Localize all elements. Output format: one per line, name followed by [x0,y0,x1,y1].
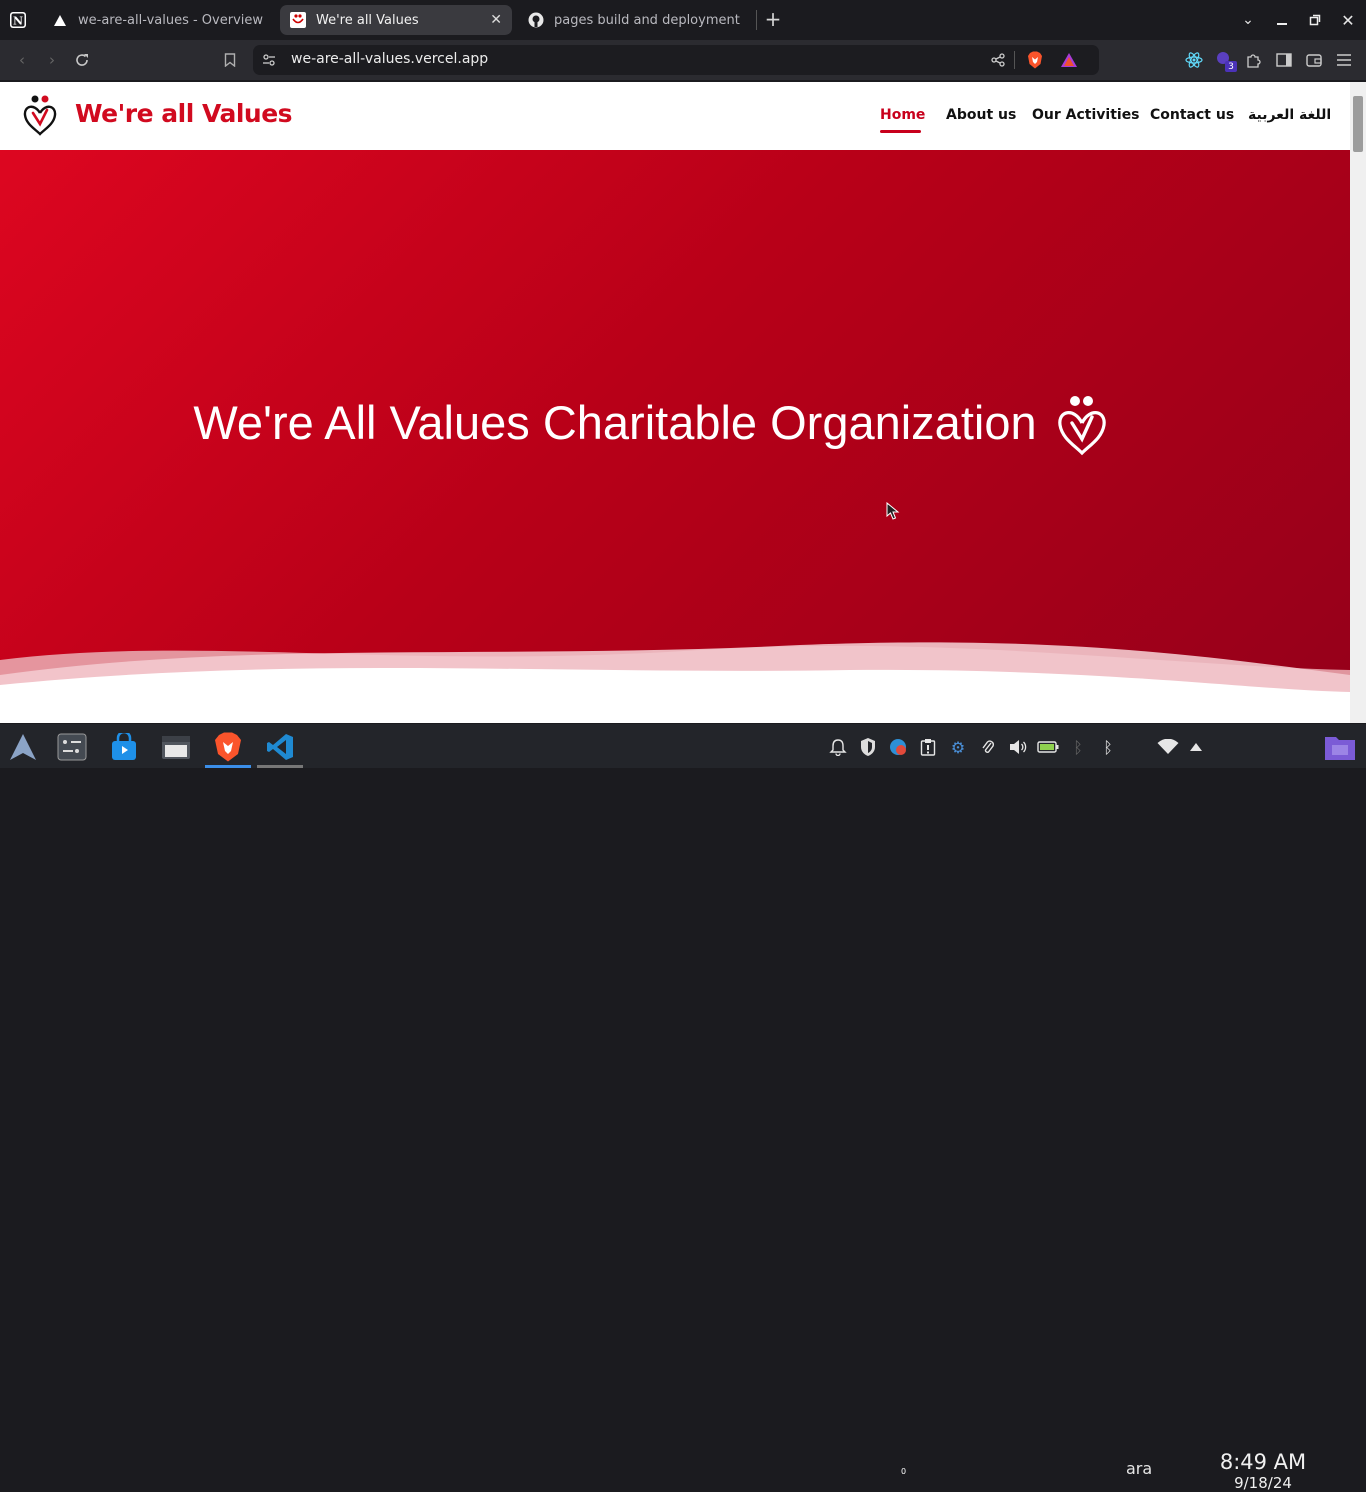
taskbar: 0 ⚙ ᛒ ᛒ ara 8:49 AM 9/18/24 [0,724,1366,1492]
tab-bar: N we-are-all-values - Overview – V We're… [0,0,1366,40]
battery-charging-icon[interactable] [1037,736,1059,758]
wifi-icon[interactable] [1157,736,1179,758]
hero-title-text: We're All Values Charitable Organization [193,396,1037,449]
new-tab-button[interactable]: + [762,8,784,30]
tray-expand-arrow-icon[interactable] [1185,736,1207,758]
nav-active-underline [880,130,921,133]
close-window-icon[interactable]: ✕ [1336,8,1360,32]
reload-icon[interactable] [70,48,94,72]
vercel-triangle-icon [52,12,68,28]
nav-our-activities[interactable]: Our Activities [1032,107,1140,123]
show-desktop-folder-icon[interactable] [1323,732,1357,762]
tab-title: we-are-all-values - Overview – V [78,12,266,28]
tab-title: We're all Values [316,12,419,28]
brand-name[interactable]: We're all Values [75,99,293,128]
hero-waves-decoration [0,642,1350,723]
hero-title: We're All Values Charitable Organization [0,395,1350,450]
nav-home[interactable]: Home [880,107,925,123]
minimize-window-icon[interactable] [1270,8,1294,32]
tab-vercel[interactable]: we-are-all-values - Overview – V [42,5,276,35]
site-info-icon[interactable] [257,48,281,72]
logo-heart-icon[interactable] [22,94,58,136]
brave-shields-icon[interactable] [1023,48,1047,72]
volume-icon[interactable] [1007,736,1029,758]
tab-github[interactable]: pages build and deployment · N [518,5,750,35]
notification-bell-icon[interactable] [827,736,849,758]
attachment-paperclip-icon[interactable] [977,736,999,758]
mouse-cursor-icon [886,502,900,520]
tab-separator [756,10,757,30]
share-icon[interactable] [986,48,1010,72]
hero-heart-icon [1058,396,1106,456]
terminal-icon[interactable] [55,730,89,764]
tab-search-chevron-icon[interactable]: ⌄ [1236,8,1260,32]
notion-pinned-tab[interactable]: N [0,0,36,40]
react-devtools-icon[interactable] [1182,48,1206,72]
vscode-icon[interactable] [257,730,303,768]
sidebar-toggle-icon[interactable] [1272,48,1296,72]
nav-arabic-language[interactable]: اللغة العربية [1248,107,1331,123]
scrollbar-thumb[interactable] [1353,96,1363,152]
nav-contact-us[interactable]: Contact us [1150,107,1234,123]
clock-date[interactable]: 9/18/24 [1216,1474,1310,1492]
bookmark-icon[interactable] [218,48,242,72]
page-scrollbar[interactable] [1350,82,1366,723]
keyboard-layout-indicator[interactable]: ara [1126,1459,1152,1478]
brave-rewards-icon[interactable] [1057,48,1081,72]
tab-title: pages build and deployment · N [554,12,740,28]
brave-browser-icon[interactable] [205,730,251,768]
file-manager-icon[interactable] [159,730,193,764]
notification-badge-count: 0 [901,1467,907,1476]
site-logo-icon [290,12,306,28]
tab-active-site[interactable]: We're all Values ✕ [280,5,512,35]
update-notifier-icon[interactable] [887,736,909,758]
svg-text:N: N [13,15,23,28]
address-bar-separator [1014,51,1015,69]
menu-hamburger-icon[interactable] [1332,48,1356,72]
arch-linux-icon[interactable] [6,730,40,764]
wallet-icon[interactable] [1302,48,1326,72]
extensions-puzzle-icon[interactable] [1242,48,1266,72]
bluetooth-disabled-icon[interactable]: ᛒ [1067,736,1089,758]
url-text[interactable]: we-are-all-values.vercel.app [291,51,488,67]
close-tab-icon[interactable]: ✕ [490,12,502,28]
forward-icon[interactable]: › [40,48,64,72]
extension-badge-count: 3 [1228,62,1234,72]
settings-gear-icon[interactable]: ⚙ [947,736,969,758]
security-shield-icon[interactable] [857,736,879,758]
store-icon[interactable] [107,730,141,764]
clock-time[interactable]: 8:49 AM [1216,1450,1310,1474]
web-page: We're all Values Home About us Our Activ… [0,82,1350,723]
hero-section: We're All Values Charitable Organization [0,150,1350,723]
back-icon[interactable]: ‹ [10,48,34,72]
clipboard-icon[interactable] [917,736,939,758]
nav-about-us[interactable]: About us [946,107,1016,123]
maximize-window-icon[interactable] [1303,8,1327,32]
bluetooth-icon[interactable]: ᛒ [1097,736,1119,758]
site-header: We're all Values Home About us Our Activ… [0,82,1350,150]
github-icon [528,12,544,28]
notion-icon: N [10,12,26,28]
